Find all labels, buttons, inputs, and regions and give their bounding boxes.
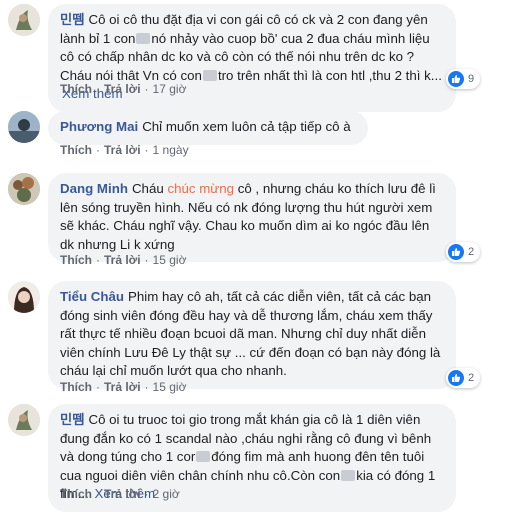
comment-bubble: Dang Minh Cháu chúc mừng cô , nhưng cháu … xyxy=(48,173,456,263)
timestamp[interactable]: 15 giờ xyxy=(153,380,187,394)
comment-actions: Thích · Trả lời · 1 ngày xyxy=(60,143,189,157)
censor-block xyxy=(341,469,356,481)
comment-text: Chỉ muốn xem luôn cả tập tiếp cô à xyxy=(142,119,351,134)
avatar[interactable] xyxy=(8,404,40,436)
reply-link[interactable]: Trả lời xyxy=(104,487,141,501)
author-name[interactable]: Tiểu Châu xyxy=(60,289,124,304)
thumbs-up-icon xyxy=(448,244,464,260)
censor-block xyxy=(196,451,211,463)
avatar[interactable] xyxy=(8,111,40,143)
author-name[interactable]: Phương Mai xyxy=(60,119,138,134)
thumbs-up-icon xyxy=(448,370,464,386)
comment-actions: Thích · Trả lời · 17 giờ xyxy=(60,82,187,96)
timestamp[interactable]: 17 giờ xyxy=(153,82,187,96)
reply-link[interactable]: Trả lời xyxy=(104,82,141,96)
highlighted-text: chúc mừng xyxy=(167,181,234,196)
author-name[interactable]: Dang Minh xyxy=(60,181,128,196)
like-link[interactable]: Thích xyxy=(60,143,92,157)
timestamp[interactable]: 15 giờ xyxy=(153,253,187,267)
reaction-count[interactable]: 9 xyxy=(446,69,481,89)
censor-block xyxy=(136,32,151,44)
author-name[interactable]: 민뗌 xyxy=(60,412,84,427)
reaction-count[interactable]: 2 xyxy=(446,368,481,388)
reply-link[interactable]: Trả lời xyxy=(104,380,141,394)
comment-actions: Thích · Trả lời · 2 giờ xyxy=(60,487,180,501)
timestamp[interactable]: 2 giờ xyxy=(153,487,180,501)
author-name[interactable]: 민뗌 xyxy=(60,12,84,27)
avatar[interactable] xyxy=(8,173,40,205)
comment-bubble: Tiểu Châu Phim hay cô ah, tất cả các diễn… xyxy=(48,281,456,389)
like-link[interactable]: Thích xyxy=(60,253,92,267)
reply-link[interactable]: Trả lời xyxy=(104,143,141,157)
comment-actions: Thích · Trả lời · 15 giờ xyxy=(60,380,187,394)
comment-text: tro trên nhất thì là con htl ,thu 2 thì … xyxy=(217,67,442,83)
like-link[interactable]: Thích xyxy=(60,487,92,501)
reaction-count[interactable]: 2 xyxy=(446,242,481,262)
censor-block xyxy=(202,69,217,81)
avatar[interactable] xyxy=(8,4,40,36)
timestamp[interactable]: 1 ngày xyxy=(153,143,189,157)
like-link[interactable]: Thích xyxy=(60,82,92,96)
comment-text: Cháu xyxy=(131,181,168,196)
reply-link[interactable]: Trả lời xyxy=(104,253,141,267)
thumbs-up-icon xyxy=(448,71,464,87)
like-link[interactable]: Thích xyxy=(60,380,92,394)
comment-actions: Thích · Trả lời · 15 giờ xyxy=(60,253,187,267)
comment-bubble: Phương Mai Chỉ muốn xem luôn cả tập tiếp … xyxy=(48,111,368,145)
avatar[interactable] xyxy=(8,281,40,313)
